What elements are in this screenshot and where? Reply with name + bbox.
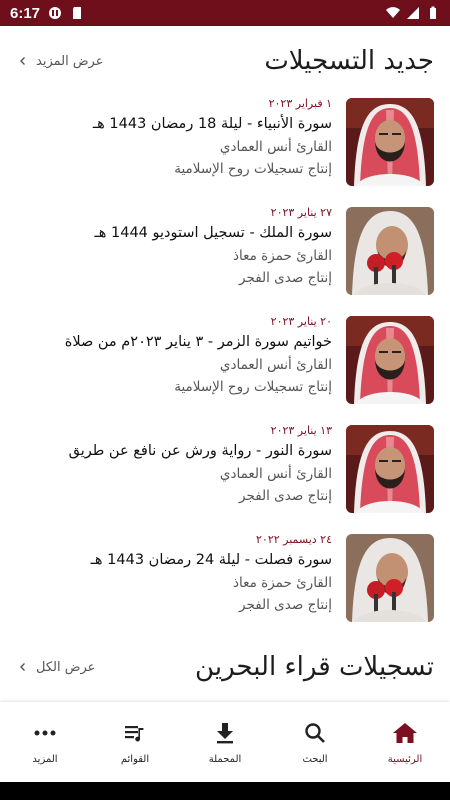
- nav-label: المحملة: [208, 753, 242, 765]
- recording-item[interactable]: ١ فبراير ٢٠٢٣ سورة الأنبياء - ليلة 18 رمض…: [0, 92, 450, 201]
- recording-item[interactable]: ٢٧ يناير ٢٠٢٣ سورة الملك - تسجيل استوديو …: [0, 201, 450, 310]
- recording-producer: إنتاج صدى الفجر: [239, 597, 332, 613]
- recording-item[interactable]: ٢٤ ديسمبر ٢٠٢٢ سورة فصلت - ليلة 24 رمضان …: [0, 528, 450, 637]
- nav-item-search[interactable]: البحث: [270, 702, 360, 782]
- nav-label: المزيد: [32, 753, 58, 765]
- battery-icon: [430, 6, 436, 19]
- nav-label: البحث: [302, 753, 328, 765]
- chevron-left-icon: [20, 57, 25, 65]
- recording-info: ٢٧ يناير ٢٠٢٣ سورة الملك - تسجيل استوديو …: [12, 205, 332, 289]
- section-header-bahrain: تسجيلات قراء البحرين عرض الكل: [0, 647, 450, 687]
- nav-item-home[interactable]: الرئيسية: [360, 702, 450, 782]
- recording-date: ١٣ يناير ٢٠٢٣: [270, 424, 332, 437]
- recordings-list: ١ فبراير ٢٠٢٣ سورة الأنبياء - ليلة 18 رمض…: [0, 92, 450, 637]
- section-title-bahrain: تسجيلات قراء البحرين: [195, 652, 434, 682]
- recording-info: ١ فبراير ٢٠٢٣ سورة الأنبياء - ليلة 18 رمض…: [12, 96, 332, 180]
- recording-reader: القارئ أنس العمادي: [219, 357, 332, 373]
- see-all-label: عرض الكل: [36, 659, 96, 675]
- recording-info: ١٣ يناير ٢٠٢٣ سورة النور - رواية ورش عن ن…: [12, 423, 332, 507]
- nav-item-download[interactable]: المحملة: [180, 702, 270, 782]
- recording-thumbnail[interactable]: [346, 98, 434, 186]
- recording-reader: القارئ حمزة معاذ: [232, 575, 332, 591]
- recording-producer: إنتاج صدى الفجر: [239, 488, 332, 504]
- recording-thumbnail[interactable]: [346, 425, 434, 513]
- signal-icon: [407, 7, 419, 19]
- recording-title: خواتيم سورة الزمر - ٣ يناير ٢٠٢٣م من صلا…: [64, 334, 332, 350]
- recording-reader: القارئ حمزة معاذ: [232, 248, 332, 264]
- recording-item[interactable]: ٢٠ يناير ٢٠٢٣ خواتيم سورة الزمر - ٣ يناير…: [0, 310, 450, 419]
- download-icon: [212, 720, 238, 746]
- bottom-navigation: الرئيسية البحث المحملة القوائم المزيد: [0, 702, 450, 782]
- recording-title: سورة فصلت - ليلة 24 رمضان 1443 هـ: [90, 552, 332, 568]
- recording-date: ٢٠ يناير ٢٠٢٣: [270, 315, 332, 328]
- see-more-label: عرض المزيد: [36, 53, 104, 69]
- nav-item-more[interactable]: المزيد: [0, 702, 90, 782]
- recording-thumbnail[interactable]: [346, 534, 434, 622]
- recording-info: ٢٤ ديسمبر ٢٠٢٢ سورة فصلت - ليلة 24 رمضان …: [12, 532, 332, 616]
- more-icon: [32, 720, 58, 746]
- recording-item[interactable]: ١٣ يناير ٢٠٢٣ سورة النور - رواية ورش عن ن…: [0, 419, 450, 528]
- status-bar: 6:17: [0, 0, 450, 26]
- nav-label: القوائم: [120, 753, 150, 765]
- recording-title: سورة النور - رواية ورش عن نافع عن طريق: [68, 443, 332, 459]
- recording-producer: إنتاج تسجيلات روح الإسلامية: [174, 379, 332, 395]
- status-time: 6:17: [10, 4, 41, 22]
- recording-thumbnail[interactable]: [346, 207, 434, 295]
- see-more-button[interactable]: عرض المزيد: [18, 54, 103, 69]
- system-navigation-bar: [0, 782, 450, 800]
- recording-reader: القارئ أنس العمادي: [219, 139, 332, 155]
- recording-date: ٢٤ ديسمبر ٢٠٢٢: [256, 533, 332, 546]
- recording-reader: القارئ أنس العمادي: [219, 466, 332, 482]
- wifi-icon: [386, 7, 400, 18]
- recording-producer: إنتاج تسجيلات روح الإسلامية: [174, 161, 332, 177]
- nav-item-playlist[interactable]: القوائم: [90, 702, 180, 782]
- section-title-new: جديد التسجيلات: [264, 46, 434, 76]
- recording-date: ٢٧ يناير ٢٠٢٣: [270, 206, 332, 219]
- home-icon: [392, 720, 418, 746]
- recording-thumbnail[interactable]: [346, 316, 434, 404]
- nav-label: الرئيسية: [387, 753, 423, 765]
- chevron-left-icon: [20, 663, 25, 671]
- section-header-new: جديد التسجيلات عرض المزيد: [0, 41, 450, 81]
- recording-producer: إنتاج صدى الفجر: [239, 270, 332, 286]
- recording-title: سورة الأنبياء - ليلة 18 رمضان 1443 هـ: [92, 116, 332, 132]
- recording-info: ٢٠ يناير ٢٠٢٣ خواتيم سورة الزمر - ٣ يناير…: [12, 314, 332, 398]
- sd-card-icon: [73, 7, 82, 19]
- see-all-button[interactable]: عرض الكل: [18, 660, 95, 675]
- recording-date: ١ فبراير ٢٠٢٣: [268, 97, 332, 110]
- search-icon: [302, 720, 328, 746]
- playlist-icon: [122, 720, 148, 746]
- recording-title: سورة الملك - تسجيل استوديو 1444 هـ: [94, 225, 332, 241]
- notification-icon: [49, 7, 62, 19]
